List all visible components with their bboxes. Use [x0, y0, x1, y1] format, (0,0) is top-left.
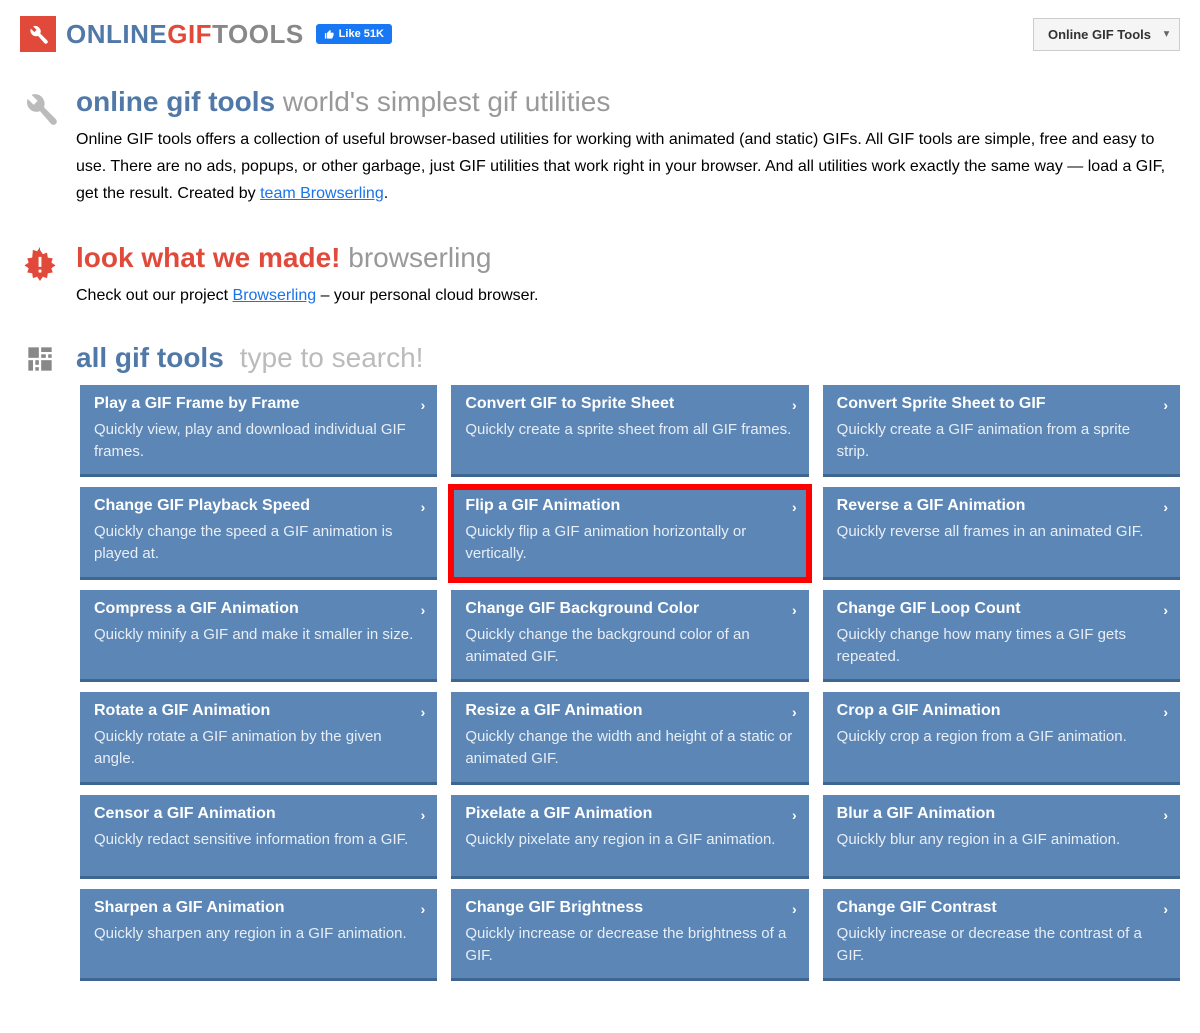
all-tools-label: all gif tools: [76, 342, 224, 374]
tool-card-title: Change GIF Contrast: [837, 899, 1166, 917]
tools-dropdown-button[interactable]: Online GIF Tools: [1033, 18, 1180, 51]
tool-card[interactable]: Resize a GIF Animation Quickly change the…: [451, 692, 808, 785]
search-input[interactable]: [240, 342, 640, 374]
chevron-right-icon: ›: [421, 901, 426, 917]
tool-card[interactable]: Change GIF Contrast Quickly increase or d…: [823, 889, 1180, 982]
tool-card[interactable]: Crop a GIF Animation Quickly crop a regio…: [823, 692, 1180, 785]
tool-card-title: Convert GIF to Sprite Sheet: [465, 395, 794, 413]
tool-card-desc: Quickly redact sensitive information fro…: [94, 829, 423, 851]
chevron-right-icon: ›: [792, 499, 797, 515]
tool-card-desc: Quickly increase or decrease the contras…: [837, 923, 1166, 967]
tool-card-title: Convert Sprite Sheet to GIF: [837, 395, 1166, 413]
chevron-right-icon: ›: [421, 397, 426, 413]
tool-card-desc: Quickly change the speed a GIF animation…: [94, 521, 423, 565]
tool-card-title: Pixelate a GIF Animation: [465, 805, 794, 823]
tool-card-desc: Quickly increase or decrease the brightn…: [465, 923, 794, 967]
wrench-icon: [20, 88, 60, 128]
tool-card[interactable]: Change GIF Brightness Quickly increase or…: [451, 889, 808, 982]
tool-card-desc: Quickly rotate a GIF animation by the gi…: [94, 726, 423, 770]
chevron-right-icon: ›: [421, 499, 426, 515]
facebook-like-button[interactable]: Like 51K: [316, 24, 392, 44]
made-heading: look what we made! browserling: [76, 242, 1180, 274]
browserling-link[interactable]: Browserling: [233, 287, 317, 304]
tool-card[interactable]: Blur a GIF Animation Quickly blur any reg…: [823, 795, 1180, 879]
tool-card-desc: Quickly blur any region in a GIF animati…: [837, 829, 1166, 851]
tool-card-desc: Quickly change the width and height of a…: [465, 726, 794, 770]
wrench-logo-icon: [20, 16, 56, 52]
tool-card-desc: Quickly minify a GIF and make it smaller…: [94, 624, 423, 646]
page-header: ONLINEGIFTOOLS Like 51K Online GIF Tools: [0, 0, 1200, 68]
tool-card-title: Reverse a GIF Animation: [837, 497, 1166, 515]
tool-card-desc: Quickly sharpen any region in a GIF anim…: [94, 923, 423, 945]
tool-card-desc: Quickly crop a region from a GIF animati…: [837, 726, 1166, 748]
chevron-right-icon: ›: [1163, 499, 1168, 515]
intro-heading: online gif tools world's simplest gif ut…: [76, 86, 1180, 118]
tool-card-desc: Quickly reverse all frames in an animate…: [837, 521, 1166, 543]
chevron-right-icon: ›: [1163, 602, 1168, 618]
made-section: look what we made! browserling Check out…: [0, 224, 1200, 325]
tool-card-title: Censor a GIF Animation: [94, 805, 423, 823]
tool-card[interactable]: Reverse a GIF Animation Quickly reverse a…: [823, 487, 1180, 580]
tool-card[interactable]: Play a GIF Frame by Frame Quickly view, p…: [80, 385, 437, 478]
dropdown-label: Online GIF Tools: [1048, 27, 1151, 42]
tool-card[interactable]: Flip a GIF Animation Quickly flip a GIF a…: [451, 487, 808, 580]
tool-card-desc: Quickly change the background color of a…: [465, 624, 794, 668]
tools-grid: Play a GIF Frame by Frame Quickly view, p…: [0, 385, 1200, 1002]
grid-icon: [20, 339, 60, 379]
tool-card-desc: Quickly create a GIF animation from a sp…: [837, 419, 1166, 463]
chevron-right-icon: ›: [421, 807, 426, 823]
logo-text: ONLINEGIFTOOLS: [66, 19, 304, 50]
tool-card-title: Play a GIF Frame by Frame: [94, 395, 423, 413]
burst-icon: [20, 244, 60, 284]
chevron-right-icon: ›: [1163, 901, 1168, 917]
tool-card-title: Change GIF Brightness: [465, 899, 794, 917]
chevron-right-icon: ›: [792, 602, 797, 618]
fb-like-label: Like 51K: [339, 28, 384, 40]
site-logo[interactable]: ONLINEGIFTOOLS: [20, 16, 304, 52]
tool-card[interactable]: Convert Sprite Sheet to GIF Quickly creat…: [823, 385, 1180, 478]
chevron-right-icon: ›: [1163, 397, 1168, 413]
tool-card-title: Resize a GIF Animation: [465, 702, 794, 720]
tool-card-title: Change GIF Loop Count: [837, 600, 1166, 618]
tool-card-desc: Quickly create a sprite sheet from all G…: [465, 419, 794, 441]
tool-card[interactable]: Change GIF Loop Count Quickly change how …: [823, 590, 1180, 683]
tool-card[interactable]: Change GIF Background Color Quickly chang…: [451, 590, 808, 683]
tool-card-desc: Quickly view, play and download individu…: [94, 419, 423, 463]
chevron-right-icon: ›: [1163, 704, 1168, 720]
tool-card[interactable]: Censor a GIF Animation Quickly redact sen…: [80, 795, 437, 879]
tool-card-title: Blur a GIF Animation: [837, 805, 1166, 823]
tool-card-title: Change GIF Background Color: [465, 600, 794, 618]
tool-card[interactable]: Compress a GIF Animation Quickly minify a…: [80, 590, 437, 683]
tool-card-desc: Quickly change how many times a GIF gets…: [837, 624, 1166, 668]
chevron-right-icon: ›: [792, 901, 797, 917]
chevron-right-icon: ›: [421, 602, 426, 618]
intro-description: Online GIF tools offers a collection of …: [76, 126, 1180, 208]
tool-card[interactable]: Rotate a GIF Animation Quickly rotate a G…: [80, 692, 437, 785]
chevron-right-icon: ›: [1163, 807, 1168, 823]
tool-card[interactable]: Convert GIF to Sprite Sheet Quickly creat…: [451, 385, 808, 478]
chevron-right-icon: ›: [421, 704, 426, 720]
chevron-right-icon: ›: [792, 397, 797, 413]
tool-card-title: Flip a GIF Animation: [465, 497, 794, 515]
intro-section: online gif tools world's simplest gif ut…: [0, 68, 1200, 224]
all-tools-header: all gif tools: [0, 325, 1200, 385]
tool-card-desc: Quickly pixelate any region in a GIF ani…: [465, 829, 794, 851]
tool-card-title: Sharpen a GIF Animation: [94, 899, 423, 917]
chevron-right-icon: ›: [792, 807, 797, 823]
chevron-right-icon: ›: [792, 704, 797, 720]
tool-card-title: Rotate a GIF Animation: [94, 702, 423, 720]
tool-card-desc: Quickly flip a GIF animation horizontall…: [465, 521, 794, 565]
tool-card[interactable]: Pixelate a GIF Animation Quickly pixelate…: [451, 795, 808, 879]
tool-card-title: Compress a GIF Animation: [94, 600, 423, 618]
tool-card[interactable]: Change GIF Playback Speed Quickly change …: [80, 487, 437, 580]
tool-card[interactable]: Sharpen a GIF Animation Quickly sharpen a…: [80, 889, 437, 982]
tool-card-title: Change GIF Playback Speed: [94, 497, 423, 515]
team-browserling-link[interactable]: team Browserling: [260, 185, 384, 202]
made-description: Check out our project Browserling – your…: [76, 282, 1180, 309]
tool-card-title: Crop a GIF Animation: [837, 702, 1166, 720]
